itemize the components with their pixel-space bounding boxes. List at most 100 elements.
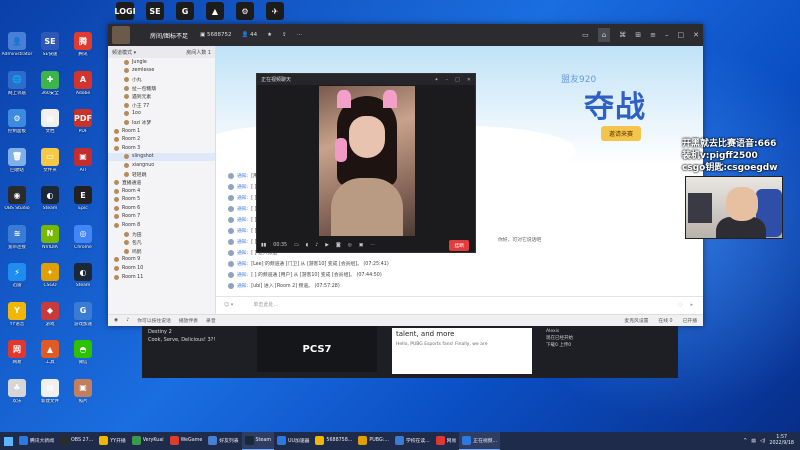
taskbar-app-button[interactable]: Steam xyxy=(241,432,274,450)
channel-item[interactable]: 为田 xyxy=(108,230,215,239)
taskbar-app-button[interactable]: PUBG:... xyxy=(355,432,392,450)
speaker-icon[interactable]: ♪ xyxy=(315,243,318,248)
desktop-icon[interactable]: ◉ OBS Studio xyxy=(2,186,32,220)
desktop-icon[interactable]: SE SE快速 xyxy=(35,32,65,66)
minimize-icon[interactable]: – xyxy=(665,31,669,39)
channel-mode-dropdown[interactable]: 频道模式 ▾ xyxy=(112,49,136,56)
channel-item[interactable]: 遇到元素 xyxy=(108,92,215,101)
desktop-icon[interactable]: N NVIDIA xyxy=(35,224,65,259)
game-icon[interactable]: ⌘ xyxy=(619,31,626,39)
channel-item[interactable]: Room 10 xyxy=(108,264,215,273)
desktop-icon[interactable]: ⚡ 迅雷 xyxy=(2,263,32,297)
clock[interactable]: 1:57 2022/9/18 xyxy=(769,435,794,447)
hangup-button[interactable]: 挂断 xyxy=(449,239,469,251)
desktop-icon[interactable]: 🗑 回收站 xyxy=(2,147,32,182)
chat-bubble-icon[interactable]: ◌ xyxy=(678,302,682,308)
emoji-icon[interactable]: ☺ ▾ xyxy=(224,302,233,308)
desktop-icon[interactable]: ◆ 游戏 xyxy=(35,301,65,336)
mic-settings-button[interactable]: 麦克风设置 xyxy=(624,317,648,324)
chat-sender[interactable]: 通知: xyxy=(237,238,248,245)
star-icon[interactable]: ★ xyxy=(267,32,272,38)
maximize-icon[interactable]: □ xyxy=(455,77,460,83)
chat-sender[interactable]: 通知: xyxy=(237,227,248,234)
pcs7-banner[interactable]: PCS7 xyxy=(257,326,377,372)
more-icon[interactable]: ⋯ xyxy=(297,32,303,38)
tray-chevron-icon[interactable]: ^ xyxy=(743,439,747,444)
start-button[interactable] xyxy=(0,432,16,450)
chat-sender[interactable]: 通知: xyxy=(237,271,248,278)
taskbar-app-button[interactable]: WeGame xyxy=(167,432,206,450)
channel-item[interactable]: Room 7 xyxy=(108,213,215,222)
maximize-icon[interactable]: □ xyxy=(678,31,685,39)
pin-icon[interactable]: ✦ xyxy=(434,77,438,83)
desktop-icon[interactable]: 网网易 xyxy=(2,340,32,374)
channel-item[interactable]: Room 3 xyxy=(108,144,215,153)
channel-item[interactable]: Jungle xyxy=(108,58,215,67)
channel-item[interactable]: Room 6 xyxy=(108,204,215,213)
taskbar-app-button[interactable]: OBS 27... xyxy=(57,432,96,450)
taskbar-app-button[interactable]: 学校在读... xyxy=(392,432,433,450)
desktop-icon[interactable]: ▣ ATI xyxy=(68,147,98,182)
channel-item[interactable]: 小丸 xyxy=(108,75,215,84)
desktop-icon[interactable]: ▤ 新建文件 xyxy=(35,378,65,413)
chat-icon[interactable]: ▭ xyxy=(294,243,299,248)
minimize-icon[interactable]: – xyxy=(446,77,449,83)
desktop-icon[interactable]: Y YY语音 xyxy=(2,301,32,336)
close-icon[interactable]: ✕ xyxy=(693,31,699,39)
more-icon[interactable]: ⋯ xyxy=(370,243,375,248)
mic-icon[interactable]: ◖ xyxy=(306,243,309,248)
chat-input-bar[interactable]: ☺ ▾ 单击此处... ◌ ▸ xyxy=(216,296,703,312)
steam-store-window[interactable]: Destiny 2 Cook, Serve, Delicious! 3?! PC… xyxy=(142,326,678,378)
desktop-icon[interactable]: ◎ Chrome xyxy=(68,224,98,259)
desktop-icon[interactable]: 🌐 网上邻居 xyxy=(2,70,32,105)
channel-item[interactable]: Room 2 xyxy=(108,135,215,144)
desktop-icon[interactable]: ⚙ 控制面板 xyxy=(2,109,32,143)
share-icon[interactable]: ⇪ xyxy=(282,32,287,38)
video-chat-title-bar[interactable]: 正在视频聊天 ✦ – □ ✕ xyxy=(257,74,475,85)
channel-item[interactable]: zemlesse xyxy=(108,67,215,76)
volume-icon[interactable]: ◁) xyxy=(760,439,766,444)
desktop-icon[interactable]: ▤ 文档 xyxy=(35,109,65,143)
grid-icon[interactable]: ⊞ xyxy=(635,31,641,39)
chat-sender[interactable]: 通知: xyxy=(237,260,248,267)
chat-sender[interactable]: 通知: xyxy=(237,194,248,201)
close-icon[interactable]: ✕ xyxy=(467,77,471,83)
desktop-icon[interactable]: ▲ 工具 xyxy=(35,340,65,374)
taskbar-app-button[interactable]: 5688758... xyxy=(312,432,355,450)
send-icon[interactable]: ▸ xyxy=(690,302,693,308)
chat-sender[interactable]: 通知: xyxy=(237,172,248,179)
chat-sender[interactable]: 通知: xyxy=(237,249,248,256)
desktop-icon[interactable]: 腾腾讯 xyxy=(68,32,98,66)
chat-sender[interactable]: 通知: xyxy=(237,183,248,190)
taskbar-app-button[interactable]: 腾讯大新闻 xyxy=(16,432,57,450)
channel-item[interactable]: 轻轻跳 xyxy=(108,170,215,179)
camera-icon[interactable]: ▶ xyxy=(325,243,329,248)
news-card[interactable]: talent, and more Hello, PUBG Esports fan… xyxy=(392,328,532,374)
taskbar-app-button[interactable]: 网易 xyxy=(433,432,460,450)
channel-item[interactable]: 包凡 xyxy=(108,238,215,247)
desktop-icon[interactable]: ≋ 宽带连接 xyxy=(2,224,32,259)
channel-item[interactable]: lozi 冰梦 xyxy=(108,118,215,127)
desktop-icon[interactable]: G 游戏加速 xyxy=(68,301,98,336)
screen-icon[interactable]: ▭ xyxy=(582,31,589,39)
channel-avatar[interactable] xyxy=(112,26,130,44)
chat-input[interactable]: 单击此处... xyxy=(253,301,278,308)
channel-item[interactable]: Room 1 xyxy=(108,127,215,136)
desktop-icon[interactable]: ♣ 欢乐 xyxy=(2,378,32,413)
game-list-item[interactable]: Destiny 2 xyxy=(148,328,215,336)
desktop-icon[interactable]: ◓ 微信 xyxy=(68,340,98,374)
push-to-talk-label[interactable]: 你可以按住说话 xyxy=(137,317,171,324)
taskbar-app-button[interactable]: VeryKuai xyxy=(129,432,167,450)
channel-item[interactable]: Room 9 xyxy=(108,256,215,265)
video-chat-window[interactable]: 正在视频聊天 ✦ – □ ✕ ▮▮ 00:35 ▭ ◖ ♪ ▶ ◙ ◎ ▣ ⋯ … xyxy=(256,73,476,253)
desktop-icon[interactable]: ◐ Steam xyxy=(35,186,65,220)
channel-item[interactable]: 直播通道 xyxy=(108,178,215,187)
screenshot-icon[interactable]: ◙ xyxy=(336,243,341,248)
desktop-icon[interactable]: ▭ 文件夹 xyxy=(35,147,65,182)
accompany-button[interactable]: 播放伴奏 xyxy=(179,317,198,324)
record-icon[interactable]: ◎ xyxy=(348,243,352,248)
desktop-icon[interactable]: ✦ CSGO xyxy=(35,263,65,297)
mic-icon[interactable]: ◉ xyxy=(114,318,118,323)
channel-item[interactable]: 小王 77 xyxy=(108,101,215,110)
chat-sender[interactable]: 通知: xyxy=(237,282,248,289)
